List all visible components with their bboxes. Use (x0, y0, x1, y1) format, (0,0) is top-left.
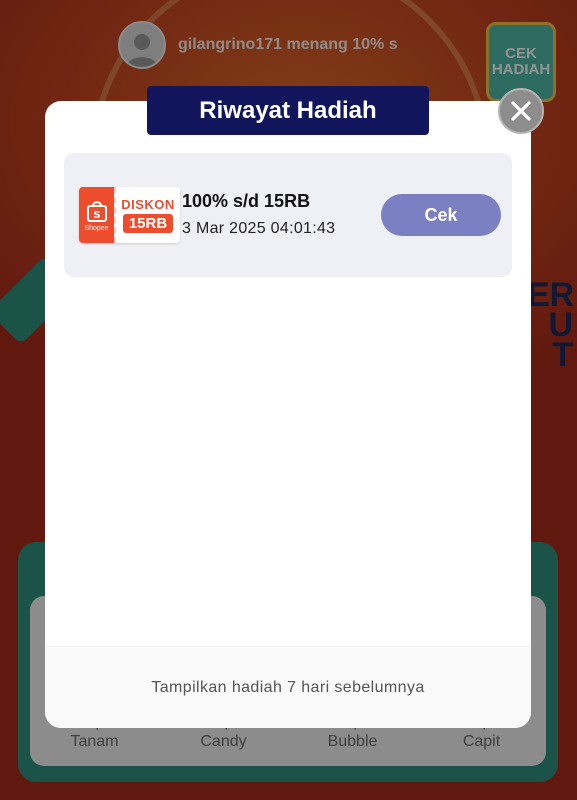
shopee-logo: S Shopee (79, 187, 114, 243)
modal-footer: Tampilkan hadiah 7 hari sebelumnya (45, 646, 531, 728)
close-button[interactable] (498, 88, 544, 134)
shopee-bag-icon: S (86, 200, 107, 222)
cek-button[interactable]: Cek (381, 194, 501, 236)
voucher-brand: Shopee (84, 224, 109, 232)
show-previous-rewards-link[interactable]: Tampilkan hadiah 7 hari sebelumnya (151, 679, 424, 697)
reward-history-modal: S Shopee DISKON 15RB 100% s/d 15RB 3 Mar… (45, 101, 531, 728)
reward-date: 3 Mar 2025 04:01:43 (182, 220, 336, 237)
svg-text:S: S (93, 210, 100, 221)
voucher-line2: 15RB (122, 214, 174, 233)
modal-title: Riwayat Hadiah (147, 86, 429, 135)
voucher-thumbnail: S Shopee DISKON 15RB (79, 187, 180, 243)
reward-card: S Shopee DISKON 15RB 100% s/d 15RB 3 Mar… (64, 153, 512, 277)
close-icon (511, 101, 531, 121)
voucher-label: DISKON 15RB (114, 187, 180, 243)
reward-name: 100% s/d 15RB (182, 191, 311, 211)
voucher-line1: DISKON (121, 197, 175, 212)
